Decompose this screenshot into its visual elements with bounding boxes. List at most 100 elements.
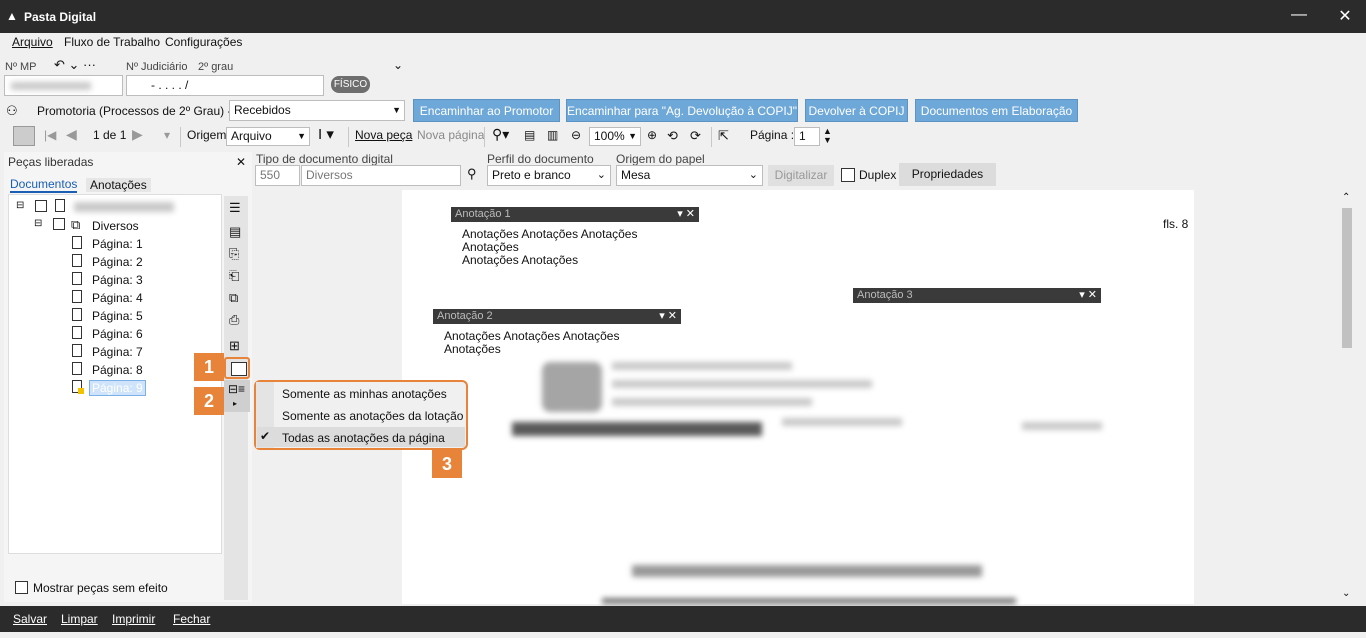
pagina-spinner-icon[interactable]: ▲ ▼: [823, 127, 832, 145]
origem-select[interactable]: Arquivo ▼: [226, 127, 310, 146]
list-item[interactable]: Página: 6: [92, 327, 143, 341]
first-page-icon[interactable]: |◀: [44, 128, 56, 142]
document-remove-icon[interactable]: ⎗: [229, 268, 239, 284]
collapse-icon[interactable]: ⊟: [16, 200, 24, 211]
tipo-value-field[interactable]: Diversos: [301, 165, 461, 186]
step-badge-1: 1: [194, 353, 224, 381]
annotation-filter-button[interactable]: ⊟≡ ▸: [224, 380, 250, 412]
last-page-icon[interactable]: ▾: [164, 128, 170, 142]
next-page-icon[interactable]: ▶: [132, 126, 143, 143]
tipo-code-field[interactable]: 550: [255, 165, 300, 186]
fechar-button[interactable]: Fechar: [173, 612, 210, 626]
rotate-right-icon[interactable]: ⟳: [690, 128, 701, 144]
list-item[interactable]: Página: 4: [92, 291, 143, 305]
chevron-down-icon[interactable]: ⌄: [393, 58, 403, 72]
list-item[interactable]: Página: 5: [92, 309, 143, 323]
scroll-up-icon[interactable]: ⌃: [1342, 192, 1350, 203]
duplex-checkbox[interactable]: [841, 168, 855, 182]
imprimir-button[interactable]: Imprimir: [112, 612, 155, 626]
list-icon[interactable]: ▤: [229, 224, 241, 240]
fit-page-icon[interactable]: ▥: [547, 128, 558, 142]
queue-label: Promotoria (Processos de 2º Grau) - Fila: [37, 104, 255, 118]
queue-select[interactable]: Recebidos ▼: [229, 100, 405, 121]
collapse-icon[interactable]: ⊟: [34, 218, 42, 229]
duplex-label[interactable]: Duplex: [859, 168, 896, 182]
nmp-field[interactable]: [4, 75, 123, 96]
scroll-down-icon[interactable]: ⌄: [1342, 588, 1350, 599]
documentos-elaboracao-button[interactable]: Documentos em Elaboração: [915, 99, 1078, 122]
fit-width-icon[interactable]: ▤: [524, 128, 535, 142]
panel-title: Peças liberadas: [8, 155, 94, 169]
zoom-out-icon[interactable]: ⊖: [571, 128, 581, 142]
annotation-body[interactable]: [853, 303, 1101, 325]
annotation-header[interactable]: Anotação 1 ▾ ✕: [451, 207, 699, 222]
annotation-toggle-button[interactable]: [224, 357, 250, 379]
menu-arquivo[interactable]: Arquivo: [12, 35, 53, 49]
tab-documentos[interactable]: Documentos: [10, 177, 78, 193]
select-tool-icon[interactable]: ⇱: [718, 128, 729, 144]
step-badge-2: 2: [194, 387, 224, 415]
list-item[interactable]: Página: 3: [92, 273, 143, 287]
annotation-body[interactable]: Anotações Anotações Anotações Anotações: [433, 324, 681, 356]
scroll-thumb[interactable]: [1342, 208, 1352, 348]
limpar-button[interactable]: Limpar: [61, 612, 98, 626]
list-item[interactable]: Página: 2: [92, 255, 143, 269]
mostrar-checkbox[interactable]: [15, 581, 28, 594]
nmp-label: Nº MP: [5, 61, 37, 73]
undo-icon[interactable]: ↶ ⌄ ···: [54, 57, 96, 73]
origem-papel-select[interactable]: Mesa ⌄: [616, 165, 763, 186]
list-item[interactable]: Página: 1: [92, 237, 143, 251]
zoom-in-icon[interactable]: ⊕: [647, 128, 657, 142]
prev-page-icon[interactable]: ◀: [66, 126, 77, 143]
tree-expand-icon[interactable]: ☰: [229, 200, 241, 216]
menu-fluxo[interactable]: Fluxo de Trabalho: [64, 35, 160, 49]
judicial-field[interactable]: - . . . . /: [126, 75, 324, 96]
encaminhar-devolucao-button[interactable]: Encaminhar para "Ag. Devolução à COPIJ": [566, 99, 798, 122]
rotate-left-icon[interactable]: ⟲: [667, 128, 678, 144]
text-cursor-icon[interactable]: I ▾: [318, 125, 334, 143]
root-checkbox[interactable]: [35, 200, 47, 212]
annotation-header[interactable]: Anotação 3 ▾ ✕: [853, 288, 1101, 303]
encaminhar-promotor-button[interactable]: Encaminhar ao Promotor: [413, 99, 560, 122]
page-icon: [72, 272, 82, 285]
tab-anotacoes[interactable]: Anotações: [86, 178, 151, 192]
folder-label[interactable]: Diversos: [92, 219, 139, 233]
annotation-filter-menu: Somente as minhas anotações Somente as a…: [254, 380, 468, 450]
vertical-scrollbar[interactable]: ⌃ ⌄: [1340, 192, 1354, 604]
origem-label: Origem: [187, 128, 227, 142]
add-annotation-icon[interactable]: ⊞: [229, 338, 240, 354]
copy-icon[interactable]: ⧉: [229, 290, 238, 306]
propriedades-button[interactable]: Propriedades: [899, 163, 996, 186]
page-view-icon[interactable]: [13, 126, 35, 146]
pagina-input[interactable]: 1: [794, 127, 820, 146]
search-icon[interactable]: ⚲▾: [492, 126, 509, 143]
mostrar-label[interactable]: Mostrar peças sem efeito: [33, 581, 168, 595]
menu-item-minhas[interactable]: Somente as minhas anotações: [282, 387, 447, 401]
digitalizar-button[interactable]: Digitalizar: [768, 165, 834, 186]
minimize-icon[interactable]: —: [1284, 6, 1314, 24]
list-item[interactable]: Página: 8: [92, 363, 143, 377]
page-nav-text: 1 de 1: [93, 128, 127, 142]
menu-item-lotacao[interactable]: Somente as anotações da lotação: [282, 409, 463, 423]
document-user-icon[interactable]: ⎙: [229, 312, 239, 328]
search-icon[interactable]: ⚲: [467, 166, 477, 182]
judicial-label: Nº Judiciário: [126, 61, 188, 73]
document-seal-icon[interactable]: ⎘: [229, 246, 239, 262]
annotation-body[interactable]: Anotações Anotações Anotações Anotações A…: [451, 222, 699, 267]
nova-peca-button[interactable]: Nova peça: [355, 128, 412, 142]
list-item-selected[interactable]: Página: 9: [89, 380, 146, 396]
close-icon[interactable]: ✕: [1330, 6, 1360, 26]
zoom-select[interactable]: 100% ▼: [589, 127, 641, 146]
salvar-button[interactable]: Salvar: [13, 612, 47, 626]
list-item[interactable]: Página: 7: [92, 345, 143, 359]
nova-pagina-button[interactable]: Nova página: [417, 128, 484, 142]
menu-item-todas[interactable]: Todas as anotações da página: [282, 431, 445, 445]
page-icon: [72, 290, 82, 303]
folder-checkbox[interactable]: [53, 218, 65, 230]
panel-close-icon[interactable]: ✕: [236, 155, 246, 169]
annotation-header[interactable]: Anotação 2 ▾ ✕: [433, 309, 681, 324]
devolver-copij-button[interactable]: Devolver à COPIJ: [805, 99, 908, 122]
perfil-select[interactable]: Preto e branco ⌄: [487, 165, 611, 186]
menu-configuracoes[interactable]: Configurações: [165, 35, 242, 49]
bottom-bar: Salvar Limpar Imprimir Fechar: [0, 606, 1366, 632]
